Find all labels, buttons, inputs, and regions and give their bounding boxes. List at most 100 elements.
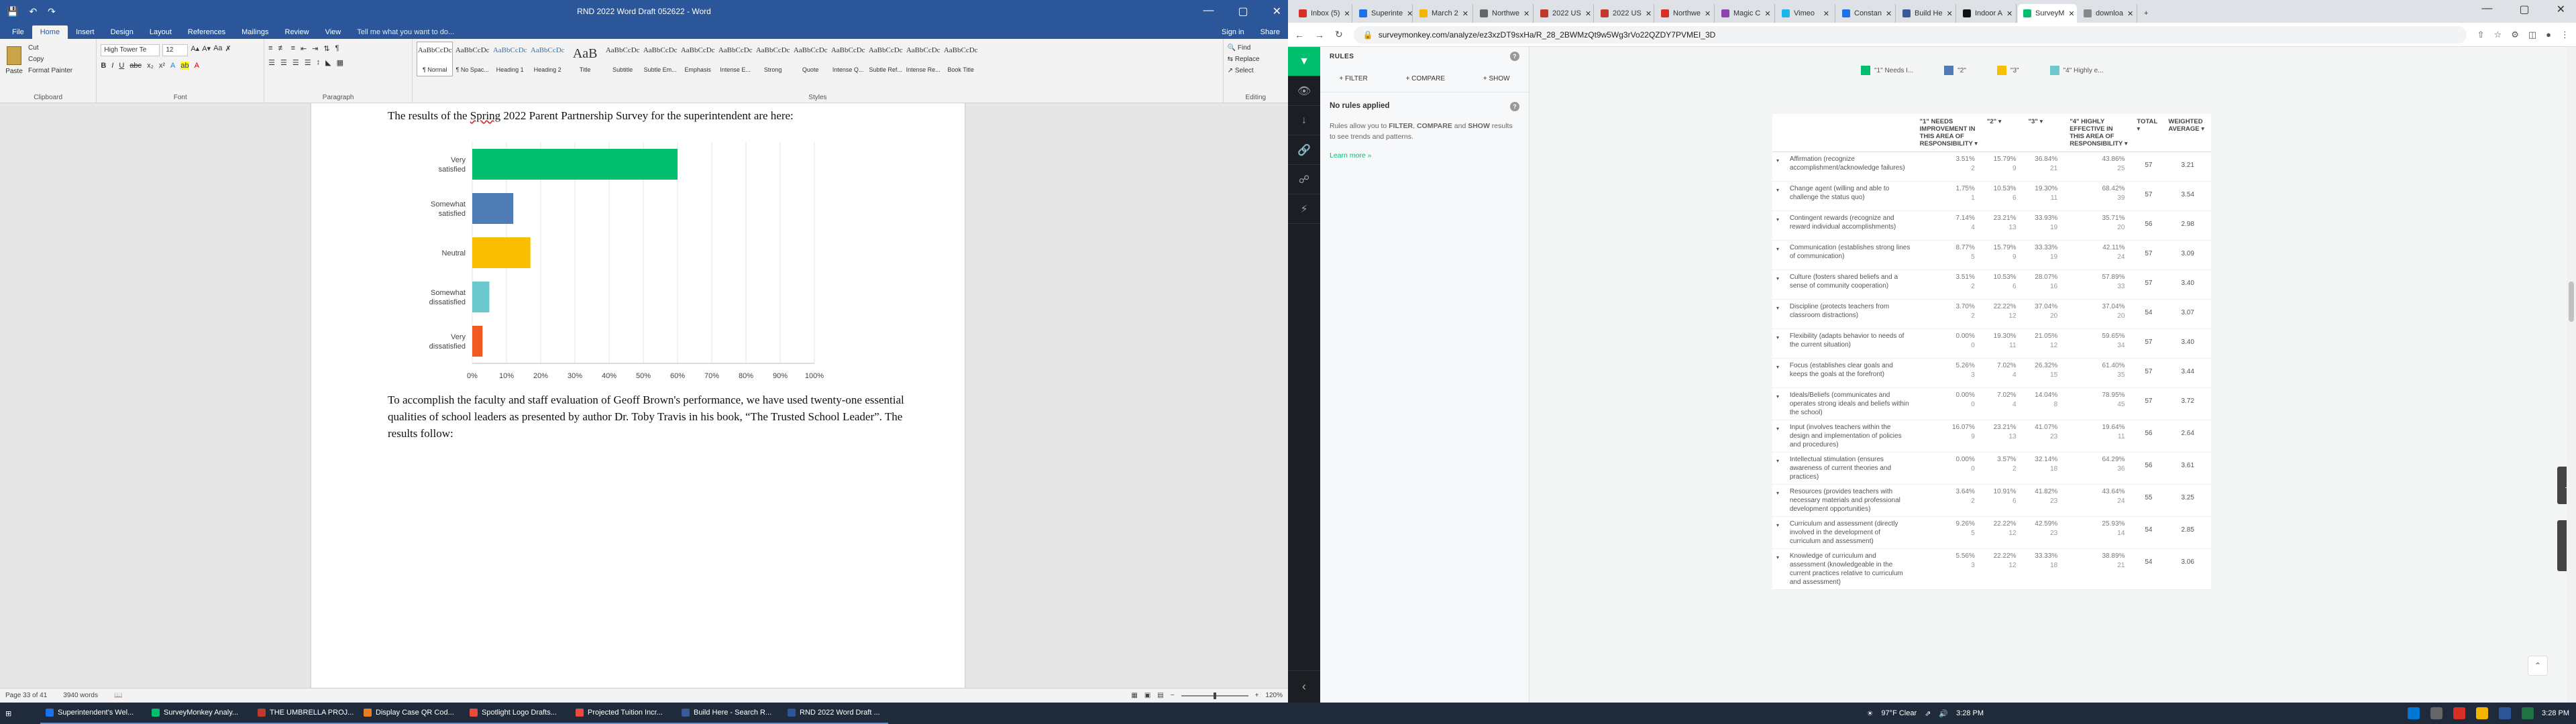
pilcrow-icon[interactable]: ¶	[335, 44, 339, 53]
tab-home[interactable]: Home	[32, 25, 68, 39]
text-effects-icon[interactable]: A	[170, 62, 175, 70]
style-6[interactable]: AaBbCcDc Subtle Em...	[642, 42, 678, 76]
shrink-font-icon[interactable]: A▾	[202, 44, 211, 56]
browser-tab-4[interactable]: 2022 US ✕	[1535, 4, 1594, 23]
word-count[interactable]: 3940 words	[63, 692, 98, 699]
browser-tab-6[interactable]: Northwe ✕	[1656, 4, 1715, 23]
column-header[interactable]: "4" HIGHLY EFFECTIVE IN THIS AREA OF RES…	[2065, 114, 2133, 152]
profile-icon[interactable]: ●	[2546, 29, 2551, 40]
tab-mailings[interactable]: Mailings	[233, 25, 276, 39]
browser-tab-0[interactable]: Inbox (5) ✕	[1293, 4, 1352, 23]
tab-view[interactable]: View	[317, 25, 350, 39]
find-button[interactable]: 🔍 Find	[1228, 44, 1284, 52]
web-layout-icon[interactable]: ▤	[1157, 692, 1163, 699]
tell-me-search[interactable]: Tell me what you want to do...	[349, 25, 462, 39]
browser-maximize-icon[interactable]: ▢	[2519, 3, 2529, 16]
tab-close-icon[interactable]: ✕	[1823, 9, 1829, 18]
row-expand-icon[interactable]: ▾	[1772, 452, 1786, 485]
compare-button[interactable]: + COMPARE	[1406, 75, 1445, 82]
cut-button[interactable]: Cut	[28, 44, 72, 52]
info-icon[interactable]: ?	[1510, 102, 1519, 111]
share-button[interactable]: Share	[1252, 25, 1288, 39]
tab-close-icon[interactable]: ✕	[1462, 9, 1468, 18]
tab-file[interactable]: File	[4, 25, 32, 39]
tab-design[interactable]: Design	[103, 25, 142, 39]
row-expand-icon[interactable]: ▾	[1772, 328, 1786, 359]
browser-tab-12[interactable]: SurveyM ✕	[2018, 4, 2077, 23]
row-expand-icon[interactable]: ▾	[1772, 269, 1786, 300]
read-mode-icon[interactable]: ▦	[1131, 692, 1137, 699]
link-icon[interactable]: 🔗	[1288, 135, 1320, 165]
superscript-button[interactable]: x²	[159, 62, 165, 70]
align-center-icon[interactable]: ☰	[280, 58, 287, 67]
browser-tab-11[interactable]: Indoor A ✕	[1957, 4, 2017, 23]
browser-tab-5[interactable]: 2022 US ✕	[1595, 4, 1654, 23]
proofing-icon[interactable]: 📖	[114, 692, 122, 699]
taskbar-app-0[interactable]: Superintendent's Wel...	[40, 703, 146, 724]
menu-icon[interactable]: ⋮	[2561, 29, 2569, 40]
tab-close-icon[interactable]: ✕	[2006, 9, 2012, 18]
font-size-select[interactable]: 12	[162, 44, 189, 56]
format-painter-button[interactable]: Format Painter	[28, 67, 72, 74]
search-icon[interactable]	[2430, 707, 2443, 719]
row-expand-icon[interactable]: ▾	[1772, 484, 1786, 517]
tab-close-icon[interactable]: ✕	[1646, 9, 1652, 18]
row-expand-icon[interactable]: ▾	[1772, 516, 1786, 549]
row-expand-icon[interactable]: ▾	[1772, 210, 1786, 241]
tab-close-icon[interactable]: ✕	[1344, 9, 1350, 18]
start-icon[interactable]: ⊞	[0, 703, 40, 724]
sort-icon[interactable]: ⇅	[323, 44, 329, 53]
highlight-icon[interactable]: ab	[180, 62, 189, 70]
close-icon[interactable]: ✕	[1273, 5, 1281, 18]
document-page[interactable]: The results of the Spring 2022 Parent Pa…	[311, 103, 965, 688]
redo-icon[interactable]: ↷	[48, 6, 56, 17]
zoom-out-icon[interactable]: −	[1171, 692, 1175, 699]
style-2[interactable]: AaBbCcDc Heading 1	[492, 42, 528, 76]
tab-close-icon[interactable]: ✕	[2068, 9, 2074, 18]
style-11[interactable]: AaBbCcDc Intense Q...	[830, 42, 866, 76]
row-expand-icon[interactable]: ▾	[1772, 387, 1786, 420]
sidebar-icon[interactable]: ◫	[2528, 29, 2536, 40]
italic-button[interactable]: I	[111, 62, 113, 70]
tab-close-icon[interactable]: ✕	[1764, 9, 1770, 18]
replace-button[interactable]: ⇆ Replace	[1228, 56, 1284, 63]
maximize-icon[interactable]: ▢	[1238, 5, 1248, 18]
tab-review[interactable]: Review	[277, 25, 317, 39]
undo-icon[interactable]: ↶	[29, 6, 37, 17]
column-header[interactable]: "3" ▾	[2024, 114, 2066, 152]
tab-close-icon[interactable]: ✕	[1947, 9, 1953, 18]
style-12[interactable]: AaBbCcDc Subtle Ref...	[867, 42, 904, 76]
subscript-button[interactable]: x₂	[147, 62, 154, 70]
grow-font-icon[interactable]: A▴	[191, 44, 199, 56]
save-icon[interactable]: 💾	[7, 6, 18, 17]
style-13[interactable]: AaBbCcDc Intense Re...	[905, 42, 941, 76]
weather-text[interactable]: 97°F Clear	[1881, 709, 1917, 717]
tab-references[interactable]: References	[180, 25, 233, 39]
excel-icon[interactable]	[2522, 707, 2534, 719]
row-expand-icon[interactable]: ▾	[1772, 152, 1786, 182]
column-header[interactable]: TOTAL ▾	[2133, 114, 2165, 152]
help-icon[interactable]: ?	[1510, 52, 1519, 61]
filter-rules-icon[interactable]: ▼	[1288, 47, 1320, 76]
extensions-icon[interactable]: ⚙	[2511, 29, 2519, 40]
clock[interactable]: 3:28 PM	[1956, 709, 1984, 717]
tab-close-icon[interactable]: ✕	[1523, 9, 1529, 18]
copy-button[interactable]: Copy	[28, 56, 72, 63]
column-header[interactable]: WEIGHTED AVERAGE ▾	[2164, 114, 2211, 152]
zoom-level[interactable]: 120%	[1265, 692, 1283, 699]
network-icon[interactable]: ⇗	[1925, 709, 1931, 718]
taskbar-app-4[interactable]: Spotlight Logo Drafts...	[464, 703, 570, 724]
font-name-select[interactable]: High Tower Te	[101, 44, 160, 56]
underline-button[interactable]: U	[119, 62, 124, 70]
scroll-to-top-icon[interactable]: ⌃	[2528, 656, 2548, 676]
line-spacing-icon[interactable]: ↕	[317, 58, 321, 67]
zoom-slider[interactable]	[1181, 692, 1248, 699]
new-tab-icon[interactable]: +	[2139, 4, 2159, 23]
change-case-icon[interactable]: Aa	[213, 44, 222, 56]
print-layout-icon[interactable]: ▣	[1144, 692, 1150, 699]
strikethrough-button[interactable]: abc	[129, 62, 142, 70]
browser-tab-2[interactable]: March 2 ✕	[1414, 4, 1473, 23]
collapse-icon[interactable]: ‹	[1288, 670, 1320, 703]
justify-icon[interactable]: ☰	[305, 58, 311, 67]
taskbar-app-1[interactable]: SurveyMonkey Analy...	[146, 703, 252, 724]
